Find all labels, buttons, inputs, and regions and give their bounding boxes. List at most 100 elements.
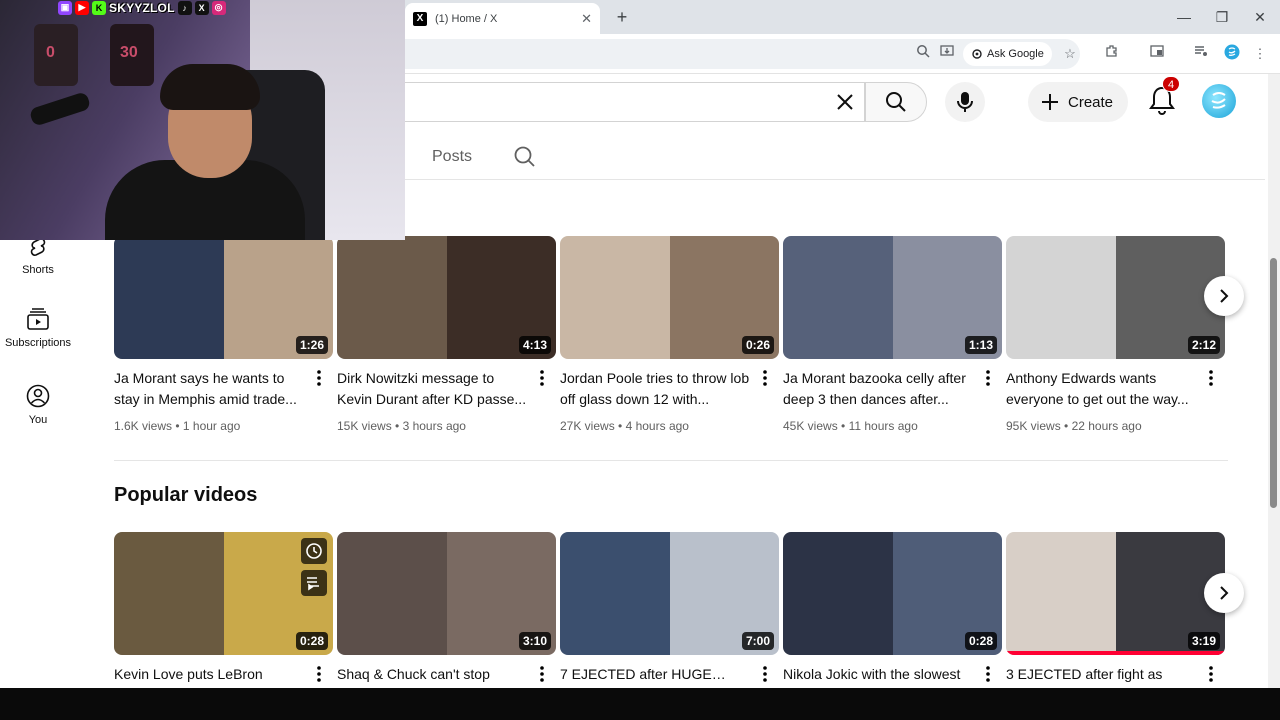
sidebar-item-you[interactable]: You bbox=[0, 384, 76, 426]
video-duration: 2:12 bbox=[1187, 336, 1220, 354]
video-card[interactable]: 0:28 Kevin Love puts LeBron bbox=[114, 532, 333, 682]
microphone-icon bbox=[957, 92, 973, 112]
more-actions-icon[interactable] bbox=[1203, 664, 1219, 684]
close-window-button[interactable]: ✕ bbox=[1248, 6, 1272, 28]
video-title[interactable]: Shaq & Chuck can't stop bbox=[337, 664, 527, 685]
tab-posts[interactable]: Posts bbox=[432, 148, 472, 166]
video-duration: 0:28 bbox=[295, 632, 328, 650]
kick-icon: K bbox=[92, 0, 106, 15]
clear-search-icon[interactable] bbox=[833, 90, 857, 114]
upload-age: 3 hours ago bbox=[402, 419, 466, 433]
view-count: 1.6K views bbox=[114, 419, 173, 433]
view-count: 15K views bbox=[337, 419, 392, 433]
video-card[interactable]: 4:13 Dirk Nowitzki message to Kevin Dura… bbox=[337, 236, 556, 433]
chevron-right-icon bbox=[1220, 586, 1229, 600]
ask-google-button[interactable]: Ask Google bbox=[963, 42, 1052, 66]
zoom-icon[interactable] bbox=[913, 44, 933, 64]
maximize-button[interactable]: ❐ bbox=[1210, 6, 1234, 28]
video-title[interactable]: Nikola Jokic with the slowest bbox=[783, 664, 973, 685]
more-actions-icon[interactable] bbox=[534, 664, 550, 684]
video-card[interactable]: 0:28 Nikola Jokic with the slowest bbox=[783, 532, 1002, 682]
new-tab-button[interactable]: + bbox=[610, 6, 634, 30]
account-avatar[interactable] bbox=[1202, 84, 1236, 118]
video-thumbnail[interactable]: 3:10 bbox=[337, 532, 556, 655]
voice-search-button[interactable] bbox=[945, 82, 985, 122]
more-actions-icon[interactable] bbox=[534, 368, 550, 388]
video-thumbnail[interactable]: 2:12 bbox=[1006, 236, 1225, 359]
bookmark-star-icon[interactable]: ☆ bbox=[1060, 44, 1080, 64]
video-thumbnail[interactable]: 3:19 bbox=[1006, 532, 1225, 655]
subscriptions-icon bbox=[27, 308, 49, 330]
video-card[interactable]: 3:19 3 EJECTED after fight as bbox=[1006, 532, 1225, 682]
more-actions-icon[interactable] bbox=[1203, 368, 1219, 388]
browser-tab[interactable]: X (1) Home / X ✕ bbox=[405, 3, 600, 34]
channel-search-icon[interactable] bbox=[513, 145, 537, 169]
video-card[interactable]: 1:26 Ja Morant says he wants to stay in … bbox=[114, 236, 333, 433]
ask-google-label: Ask Google bbox=[987, 48, 1044, 60]
sidebar-item-shorts[interactable]: Shorts bbox=[0, 236, 76, 276]
chrome-menu-icon[interactable]: ⋮ bbox=[1250, 44, 1270, 64]
page-scrollbar-thumb[interactable] bbox=[1270, 258, 1277, 508]
view-count: 27K views bbox=[560, 419, 615, 433]
video-thumbnail[interactable]: 0:28 bbox=[114, 532, 333, 655]
more-actions-icon[interactable] bbox=[757, 368, 773, 388]
video-title[interactable]: Dirk Nowitzki message to Kevin Durant af… bbox=[337, 368, 527, 410]
video-title[interactable]: Ja Morant bazooka celly after deep 3 the… bbox=[783, 368, 973, 410]
video-title[interactable]: 3 EJECTED after fight as bbox=[1006, 664, 1196, 685]
lens-icon bbox=[972, 49, 982, 59]
video-thumbnail[interactable]: 1:26 bbox=[114, 236, 333, 359]
video-thumbnail[interactable]: 0:28 bbox=[783, 532, 1002, 655]
row-next-button[interactable] bbox=[1204, 573, 1244, 613]
more-actions-icon[interactable] bbox=[757, 664, 773, 684]
instagram-icon: ◎ bbox=[211, 0, 226, 15]
x-icon: X bbox=[194, 0, 209, 15]
row-next-button[interactable] bbox=[1204, 276, 1244, 316]
video-thumbnail[interactable]: 7:00 bbox=[560, 532, 779, 655]
video-title[interactable]: Ja Morant says he wants to stay in Memph… bbox=[114, 368, 304, 410]
more-actions-icon[interactable] bbox=[311, 368, 327, 388]
video-title[interactable]: Jordan Poole tries to throw lob off glas… bbox=[560, 368, 750, 410]
youtube-header: Create 4 bbox=[405, 76, 1280, 126]
more-actions-icon[interactable] bbox=[980, 368, 996, 388]
view-count: 45K views bbox=[783, 419, 838, 433]
video-card[interactable]: 0:26 Jordan Poole tries to throw lob off… bbox=[560, 236, 779, 433]
video-card[interactable]: 7:00 7 EJECTED after HUGE FIGHT bbox=[560, 532, 779, 682]
add-to-queue-icon[interactable] bbox=[301, 570, 327, 596]
video-meta: 1.6K views • 1 hour ago bbox=[114, 419, 241, 433]
video-thumbnail[interactable]: 4:13 bbox=[337, 236, 556, 359]
split-view-icon[interactable] bbox=[1147, 44, 1167, 64]
video-title[interactable]: 7 EJECTED after HUGE FIGHT bbox=[560, 664, 750, 685]
jersey-poster: 30 bbox=[110, 24, 154, 86]
video-card[interactable]: 1:13 Ja Morant bazooka celly after deep … bbox=[783, 236, 1002, 433]
video-meta: 45K views • 11 hours ago bbox=[783, 419, 918, 433]
section-divider bbox=[114, 460, 1228, 461]
streamer-webcam-overlay: 0 30 ▣ ▶ K SKYYZLOL ♪ X ◎ bbox=[0, 0, 405, 240]
video-player-bottom-bar bbox=[0, 688, 1280, 720]
more-actions-icon[interactable] bbox=[311, 664, 327, 684]
video-thumbnail[interactable]: 1:13 bbox=[783, 236, 1002, 359]
extensions-icon[interactable] bbox=[1102, 44, 1122, 64]
jersey-poster: 0 bbox=[34, 24, 78, 86]
profile-avatar-icon[interactable] bbox=[1222, 44, 1242, 64]
search-button[interactable] bbox=[865, 82, 927, 122]
media-control-icon[interactable] bbox=[1191, 44, 1211, 64]
watch-later-icon[interactable] bbox=[301, 538, 327, 564]
video-card[interactable]: 3:10 Shaq & Chuck can't stop bbox=[337, 532, 556, 682]
sidebar-item-subscriptions[interactable]: Subscriptions bbox=[0, 307, 76, 349]
search-input[interactable] bbox=[405, 82, 865, 122]
video-card[interactable]: 2:12 Anthony Edwards wants everyone to g… bbox=[1006, 236, 1225, 433]
tab-close-icon[interactable]: ✕ bbox=[581, 11, 592, 27]
create-button[interactable]: Create bbox=[1028, 82, 1128, 122]
video-meta: 15K views • 3 hours ago bbox=[337, 419, 466, 433]
you-icon bbox=[26, 384, 50, 408]
microphone-arm bbox=[28, 91, 92, 127]
plus-icon bbox=[1042, 94, 1058, 110]
jersey-number: 0 bbox=[46, 44, 55, 61]
install-app-icon[interactable] bbox=[937, 44, 957, 64]
video-meta: 27K views • 4 hours ago bbox=[560, 419, 689, 433]
video-title[interactable]: Anthony Edwards wants everyone to get ou… bbox=[1006, 368, 1196, 410]
more-actions-icon[interactable] bbox=[980, 664, 996, 684]
minimize-button[interactable]: — bbox=[1172, 6, 1196, 28]
video-title[interactable]: Kevin Love puts LeBron bbox=[114, 664, 304, 685]
video-thumbnail[interactable]: 0:26 bbox=[560, 236, 779, 359]
